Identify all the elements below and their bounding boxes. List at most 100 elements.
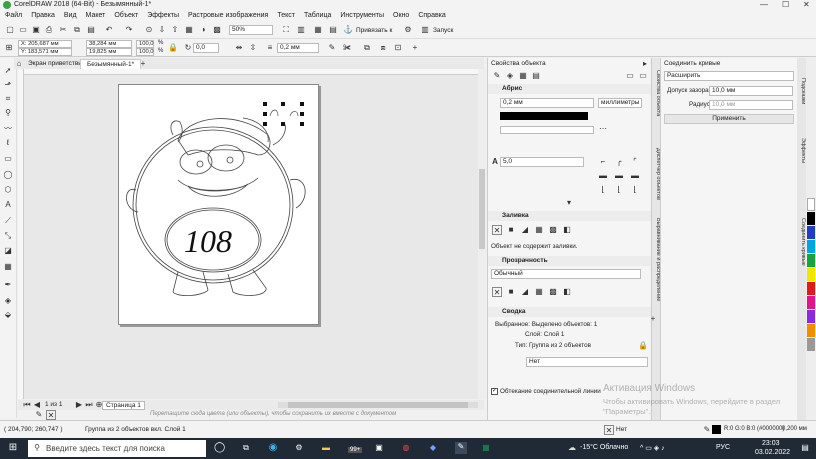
transparency-tool-icon[interactable]: ▦: [3, 262, 13, 272]
swatch-orange[interactable]: [807, 324, 815, 337]
uniform-fill-icon[interactable]: ■: [506, 225, 516, 235]
options-gear-icon[interactable]: ⚙: [403, 25, 413, 35]
no-color-icon[interactable]: ✕: [46, 410, 56, 420]
outline-props-icon[interactable]: ✎: [492, 71, 502, 81]
undo-icon[interactable]: ↶: [104, 25, 114, 35]
gap-tolerance-field[interactable]: 10,0 мм: [709, 86, 793, 96]
rulers-icon[interactable]: ▥: [296, 25, 306, 35]
eyedropper-icon[interactable]: ✎: [34, 410, 44, 420]
texture-transparency-icon[interactable]: ▩: [548, 287, 558, 297]
break-apart-icon[interactable]: ✀: [342, 43, 352, 53]
outline-color-swatch[interactable]: [500, 112, 588, 120]
swatch-green[interactable]: [807, 254, 815, 267]
menu-edit[interactable]: Правка: [31, 11, 60, 22]
pattern-fill-icon[interactable]: ▦: [534, 225, 544, 235]
snap-icon[interactable]: ⚓: [343, 25, 353, 35]
corner-icon[interactable]: ⌐: [598, 157, 608, 167]
frame-icon[interactable]: ▭: [625, 71, 635, 81]
swatch-magenta[interactable]: [807, 296, 815, 309]
print-icon[interactable]: ⎙: [44, 25, 54, 35]
page-tab[interactable]: Страница 1: [102, 401, 145, 410]
corner-round-icon[interactable]: ╭: [614, 157, 624, 167]
line-style-select[interactable]: [500, 126, 594, 134]
search-content-icon[interactable]: ⊙: [144, 25, 154, 35]
edge-icon[interactable]: ◉: [268, 443, 278, 453]
app-launcher-icon[interactable]: ▩: [212, 25, 222, 35]
horizontal-ruler[interactable]: [18, 69, 478, 75]
coreldraw-taskbar-icon[interactable]: ✎: [455, 442, 467, 454]
ellipse-tool-icon[interactable]: ◯: [3, 170, 13, 180]
no-transparency-icon[interactable]: ✕: [492, 287, 502, 297]
swatch-black[interactable]: [807, 212, 815, 225]
first-page-icon[interactable]: ⏮: [22, 400, 32, 410]
tab-effects[interactable]: Эффекты: [797, 138, 806, 163]
units-select[interactable]: миллиметры: [598, 98, 642, 108]
paste-icon[interactable]: ▤: [86, 25, 96, 35]
selection-handles[interactable]: [260, 100, 308, 130]
minimize-icon[interactable]: —: [760, 0, 768, 9]
swatch-gray[interactable]: [807, 338, 815, 351]
save-icon[interactable]: ▣: [31, 25, 41, 35]
swatch-cyan[interactable]: [807, 240, 815, 253]
cap-butt-icon[interactable]: ▬: [598, 171, 608, 181]
full-screen-icon[interactable]: ⛶: [281, 25, 291, 35]
maximize-icon[interactable]: ☐: [782, 0, 789, 9]
chrome-icon[interactable]: ◍: [401, 443, 411, 453]
connector-tool-icon[interactable]: ⤡: [3, 231, 13, 241]
parallel-dimension-icon[interactable]: ⟋: [3, 216, 13, 226]
gradient-transparency-icon[interactable]: ◢: [520, 287, 530, 297]
drop-shadow-icon[interactable]: ◪: [3, 246, 13, 256]
expand-chevron-icon[interactable]: ▾: [564, 198, 574, 208]
menu-object[interactable]: Объект: [114, 11, 143, 22]
copy-icon[interactable]: ⧉: [72, 25, 82, 35]
fill-section[interactable]: Заливка: [488, 211, 651, 221]
outline-width-select[interactable]: 0,2 мм: [277, 43, 319, 53]
add-icon[interactable]: +: [648, 314, 658, 324]
settings-icon[interactable]: ⚙: [294, 443, 304, 453]
notifications-icon[interactable]: ▤: [800, 443, 810, 453]
horizontal-scrollbar[interactable]: [278, 402, 478, 408]
width-field[interactable]: 38,284 мм: [86, 40, 132, 48]
rectangle-tool-icon[interactable]: ▭: [3, 154, 13, 164]
x-position-field[interactable]: X: 205,687 мм: [18, 40, 72, 48]
rotation-angle-field[interactable]: 0,0: [193, 43, 219, 53]
import-icon[interactable]: ⇩: [157, 25, 167, 35]
wrap-select[interactable]: Нет: [526, 357, 648, 367]
menu-effects[interactable]: Эффекты: [147, 11, 184, 22]
cap-square-icon[interactable]: ▬: [630, 171, 640, 181]
frame2-icon[interactable]: ▭: [638, 71, 648, 81]
checkbox-wrap-connector[interactable]: ✓: [491, 388, 498, 395]
group-icon[interactable]: ⧉: [362, 43, 372, 53]
postscript-fill-icon[interactable]: ◧: [562, 225, 572, 235]
menu-tools[interactable]: Инструменты: [340, 11, 389, 22]
tab-hints[interactable]: Подсказки: [797, 78, 806, 104]
lock-ratio-icon[interactable]: 🔒: [168, 43, 178, 53]
taskbar-search[interactable]: Введите здесь текст для поиска: [28, 440, 206, 457]
swatch-purple[interactable]: [807, 310, 815, 323]
crop-tool-icon[interactable]: ⌗: [3, 94, 13, 104]
swatch-blue[interactable]: [807, 226, 815, 239]
gradient-fill-icon[interactable]: ◢: [520, 225, 530, 235]
vertical-scrollbar[interactable]: [478, 69, 486, 399]
eyedropper-icon[interactable]: ✒: [3, 280, 13, 290]
transparency-props-icon[interactable]: ▦: [518, 71, 528, 81]
menu-layout[interactable]: Макет: [86, 11, 111, 22]
smart-fill-icon[interactable]: ⬙: [3, 310, 13, 320]
menu-text[interactable]: Текст: [277, 11, 300, 22]
interactive-fill-icon[interactable]: ◈: [3, 296, 13, 306]
height-field[interactable]: 19,825 мм: [86, 48, 132, 56]
fill-props-icon[interactable]: ◈: [505, 71, 515, 81]
texture-fill-icon[interactable]: ▩: [548, 225, 558, 235]
shape-tool-icon[interactable]: ⬏: [3, 80, 13, 90]
position-outside-icon[interactable]: ⌊: [598, 185, 608, 195]
corner-bevel-icon[interactable]: ⌜: [630, 157, 640, 167]
panel-collapse-icon[interactable]: ▸: [640, 59, 650, 69]
bitmap-transparency-icon[interactable]: ◧: [562, 287, 572, 297]
swatch-yellow[interactable]: [807, 268, 815, 281]
position-center-icon[interactable]: ⌊: [614, 185, 624, 195]
explorer-icon[interactable]: ▬: [321, 443, 331, 453]
summary-section[interactable]: Сводка: [488, 307, 651, 317]
menu-file[interactable]: Файл: [5, 11, 27, 22]
y-position-field[interactable]: Y: 183,571 мм: [18, 48, 72, 56]
node-edit-icon[interactable]: ✎: [327, 43, 337, 53]
